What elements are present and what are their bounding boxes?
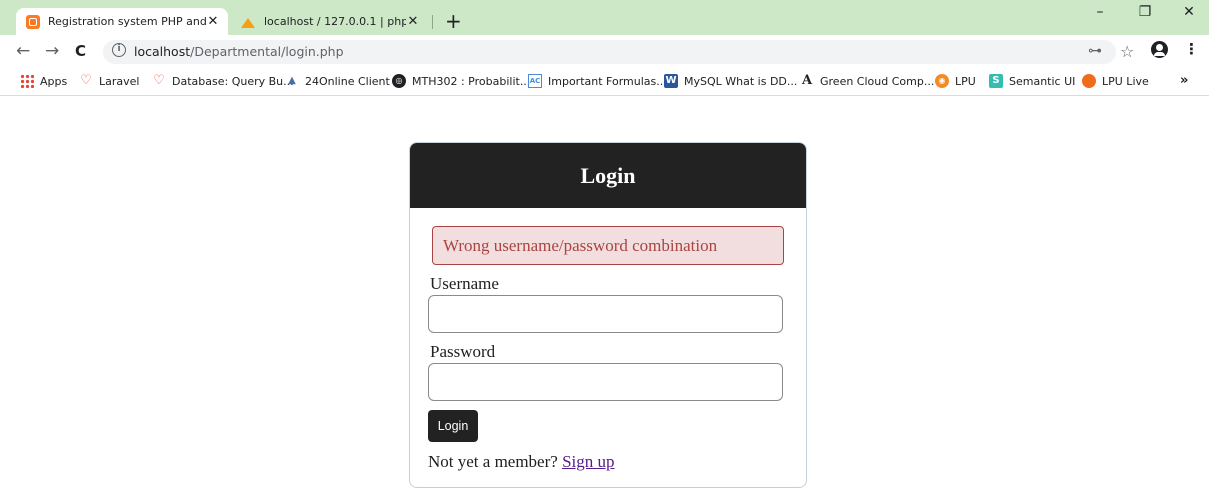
bookmark-lpu[interactable]: ◉ LPU: [935, 74, 976, 88]
restore-button[interactable]: ❐: [1128, 4, 1162, 20]
signup-prompt: Not yet a member? Sign up: [428, 452, 615, 472]
password-input[interactable]: [428, 363, 783, 401]
bookmark-label: MTH302 : Probabilit...: [412, 74, 531, 88]
tab-divider: [432, 15, 433, 29]
laravel-icon: ♡: [153, 73, 165, 88]
bookmark-label: Semantic UI: [1009, 74, 1076, 88]
apps-grid-icon: [20, 74, 34, 88]
mth302-icon: ◎: [392, 74, 406, 88]
tab-title: localhost / 127.0.0.1 | phpMyAdmin: [264, 15, 406, 28]
login-button[interactable]: Login: [428, 410, 478, 442]
bookmarks-overflow-icon[interactable]: »: [1180, 73, 1188, 88]
bookmark-laravel[interactable]: ♡ Laravel: [79, 74, 139, 88]
formulas-icon: AC: [528, 74, 542, 88]
reload-button[interactable]: C: [75, 42, 86, 60]
w-icon: W: [664, 74, 678, 88]
a-icon: A: [801, 73, 813, 88]
bookmark-important-formulas[interactable]: AC Important Formulas...: [528, 74, 667, 88]
lpu-live-icon: [1082, 74, 1096, 88]
tab-phpmyadmin[interactable]: localhost / 127.0.0.1 | phpMyAdmin ✕: [230, 8, 428, 35]
s-icon: S: [989, 74, 1003, 88]
info-icon[interactable]: i: [112, 43, 126, 57]
tab-close-icon[interactable]: ✕: [206, 14, 220, 29]
bookmark-lpu-live[interactable]: LPU Live: [1082, 74, 1149, 88]
login-title: Login: [580, 163, 636, 188]
profile-avatar-icon[interactable]: [1151, 41, 1168, 58]
tab-title: Registration system PHP and MySQL: [48, 15, 206, 28]
url-text[interactable]: localhost/Departmental/login.php: [134, 44, 344, 59]
bookmark-mth302[interactable]: ◎ MTH302 : Probabilit...: [392, 74, 530, 88]
bookmark-label: Database: Query Bu...: [172, 74, 294, 88]
error-alert: Wrong username/password combination: [432, 226, 784, 265]
online-client-icon: ▲: [288, 75, 296, 86]
close-window-button[interactable]: ✕: [1172, 4, 1206, 20]
bookmark-label: 24Online Client: [305, 74, 390, 88]
laravel-icon: ♡: [80, 73, 92, 88]
back-button[interactable]: ←: [16, 41, 30, 61]
bookmark-label: LPU Live: [1102, 74, 1149, 88]
bookmark-label: Apps: [40, 74, 68, 88]
tab-registration[interactable]: Registration system PHP and MySQL ✕: [16, 8, 228, 35]
bookmark-24online[interactable]: ▲ 24Online Client: [285, 74, 390, 88]
bookmark-label: MySQL What is DD...: [684, 74, 798, 88]
bookmark-label: LPU: [955, 74, 976, 88]
bookmark-mysql-ddl[interactable]: W MySQL What is DD...: [664, 74, 797, 88]
tab-strip: Registration system PHP and MySQL ✕ loca…: [0, 0, 1209, 35]
bookmark-apps[interactable]: Apps: [20, 74, 67, 88]
forward-button[interactable]: →: [45, 41, 59, 61]
bookmark-green-cloud[interactable]: A Green Cloud Comp...: [800, 74, 934, 88]
bookmark-label: Laravel: [99, 74, 140, 88]
signup-link[interactable]: Sign up: [562, 452, 614, 471]
new-tab-button[interactable]: +: [445, 9, 462, 33]
menu-icon[interactable]: ⋮: [1184, 40, 1199, 58]
tab-close-icon[interactable]: ✕: [406, 14, 420, 29]
key-icon[interactable]: ⊶: [1088, 43, 1102, 59]
bookmark-label: Important Formulas...: [548, 74, 667, 88]
bookmark-semantic-ui[interactable]: S Semantic UI: [989, 74, 1075, 88]
signup-prompt-text: Not yet a member?: [428, 452, 558, 471]
lpu-icon: ◉: [935, 74, 949, 88]
phpmyadmin-icon: [240, 16, 256, 28]
login-header: Login: [410, 143, 806, 208]
username-label: Username: [430, 274, 499, 293]
minimize-button[interactable]: –: [1083, 4, 1117, 20]
bookmark-label: Green Cloud Comp...: [820, 74, 935, 88]
bookmark-star-icon[interactable]: ☆: [1120, 42, 1134, 61]
bookmarks-bar: Apps ♡ Laravel ♡ Database: Query Bu... ▲…: [0, 68, 1209, 96]
address-bar[interactable]: i localhost/Departmental/login.php ⊶: [103, 40, 1116, 64]
browser-toolbar: ← → C i localhost/Departmental/login.php…: [0, 35, 1209, 68]
password-label: Password: [430, 342, 496, 361]
xampp-icon: [26, 14, 40, 29]
login-card: Login Wrong username/password combinatio…: [409, 142, 807, 488]
bookmark-database-query[interactable]: ♡ Database: Query Bu...: [152, 73, 294, 88]
username-input[interactable]: [428, 295, 783, 333]
